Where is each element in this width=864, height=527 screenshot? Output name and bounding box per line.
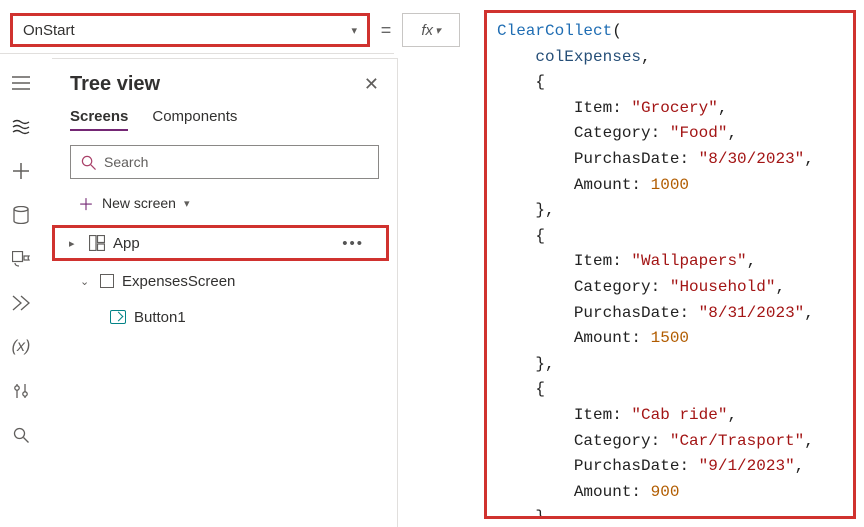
tab-components[interactable]: Components (152, 108, 237, 131)
search-placeholder: Search (104, 154, 148, 170)
tok-fn: ClearCollect (497, 22, 612, 40)
tree-item-label: Button1 (134, 309, 186, 326)
search-icon[interactable] (10, 424, 32, 446)
tree-item-app[interactable]: ▸ App ••• (52, 225, 389, 261)
new-screen-button[interactable]: ＋ New screen ▾ (52, 187, 397, 225)
advanced-tools-icon[interactable] (10, 380, 32, 402)
property-selector-value: OnStart (23, 22, 75, 39)
val: "Grocery" (631, 99, 717, 117)
tab-screens[interactable]: Screens (70, 108, 128, 131)
tree-view-icon[interactable] (10, 116, 32, 138)
tree-item-label: ExpensesScreen (122, 273, 235, 290)
chevron-down-icon: ▾ (435, 24, 441, 37)
tree-item-button[interactable]: Button1 (52, 299, 397, 335)
fx-label: fx (421, 22, 433, 39)
variables-icon[interactable]: (x) (10, 336, 32, 358)
tok-collection: colExpenses (535, 48, 641, 66)
close-icon[interactable]: ✕ (364, 74, 379, 95)
more-icon[interactable]: ••• (342, 235, 364, 252)
equals-label: = (370, 20, 402, 41)
fx-button[interactable]: fx ▾ (402, 13, 460, 47)
search-icon (81, 155, 96, 170)
tree-item-label: App (113, 235, 140, 252)
tree-view-title: Tree view (70, 73, 160, 96)
chevron-down-icon: ▾ (351, 24, 357, 37)
formula-editor[interactable]: ClearCollect( colExpenses, { Item: "Groc… (484, 10, 856, 519)
tree-tabs: Screens Components (52, 108, 397, 139)
collapse-caret-icon[interactable]: ⌄ (80, 275, 92, 288)
search-input[interactable]: Search (70, 145, 379, 179)
expand-caret-icon[interactable]: ▸ (69, 237, 81, 250)
left-rail: (x) (0, 58, 42, 527)
insert-icon[interactable] (10, 160, 32, 182)
screen-icon (100, 274, 114, 288)
new-screen-label: New screen (102, 195, 176, 211)
media-icon[interactable] (10, 248, 32, 270)
power-automate-icon[interactable] (10, 292, 32, 314)
divider (0, 53, 394, 54)
hamburger-icon[interactable] (10, 72, 32, 94)
tree-view-panel: Tree view ✕ Screens Components Search ＋ … (52, 58, 398, 527)
button-icon (110, 310, 126, 324)
app-icon (89, 235, 105, 251)
plus-icon: ＋ (78, 191, 94, 215)
chevron-down-icon: ▾ (184, 197, 190, 210)
data-icon[interactable] (10, 204, 32, 226)
tree-item-screen[interactable]: ⌄ ExpensesScreen (52, 263, 397, 299)
property-selector[interactable]: OnStart ▾ (10, 13, 370, 47)
